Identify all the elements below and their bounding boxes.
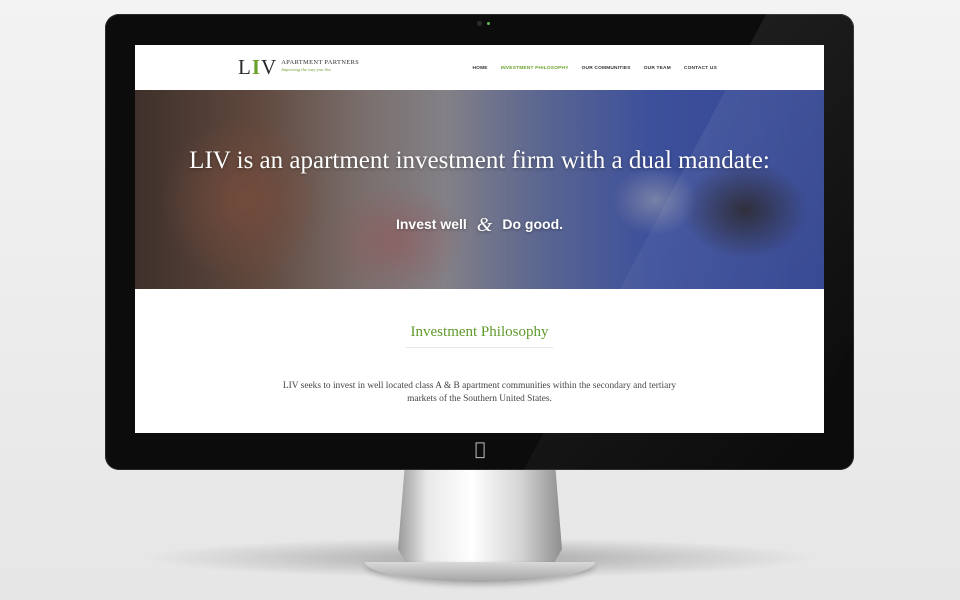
nav-item-home[interactable]: HOME xyxy=(473,66,488,71)
ampersand-glyph: & xyxy=(476,214,493,236)
hero-headline: LIV is an apartment investment firm with… xyxy=(189,147,770,174)
monitor: LIV APARTMENT PARTNERS Improving the way… xyxy=(105,14,854,470)
main-nav: HOME INVESTMENT PHILOSOPHY OUR COMMUNITI… xyxy=(473,66,718,71)
screen: LIV APARTMENT PARTNERS Improving the way… xyxy=(135,45,824,433)
logo-name: APARTMENT PARTNERS xyxy=(281,59,360,66)
site-header: LIV APARTMENT PARTNERS Improving the way… xyxy=(135,45,824,90)
hero-banner: LIV is an apartment investment firm with… xyxy=(135,90,824,289)
nav-item-our-communities[interactable]: OUR COMMUNITIES xyxy=(582,66,631,71)
camera-icon xyxy=(477,21,482,26)
logo-mark: LIV xyxy=(238,55,278,79)
camera-led xyxy=(487,22,490,25)
nav-item-contact-us[interactable]: CONTACT US xyxy=(684,66,717,71)
hero-sub-right: Do good. xyxy=(502,216,564,232)
logo-tagline: Improving the way you live xyxy=(281,67,332,72)
section-body: LIV seeks to invest in well located clas… xyxy=(282,381,677,404)
section-divider xyxy=(406,347,553,348)
logo-text: APARTMENT PARTNERS Improving the way you… xyxy=(281,59,359,73)
nav-item-our-team[interactable]: OUR TEAM xyxy=(644,66,671,71)
section-title: Investment Philosophy xyxy=(410,324,549,340)
hero-sub-left: Invest well xyxy=(395,216,467,232)
apple-logo-icon:  xyxy=(469,439,491,461)
site-logo[interactable]: LIV APARTMENT PARTNERS Improving the way… xyxy=(238,56,359,78)
monitor-stand-base xyxy=(365,562,595,582)
monitor-stand xyxy=(398,468,562,572)
hero-subline: Invest well & Do good. xyxy=(135,214,824,237)
nav-item-investment-philosophy[interactable]: INVESTMENT PHILOSOPHY xyxy=(501,66,569,71)
hero-overlay xyxy=(135,90,824,289)
